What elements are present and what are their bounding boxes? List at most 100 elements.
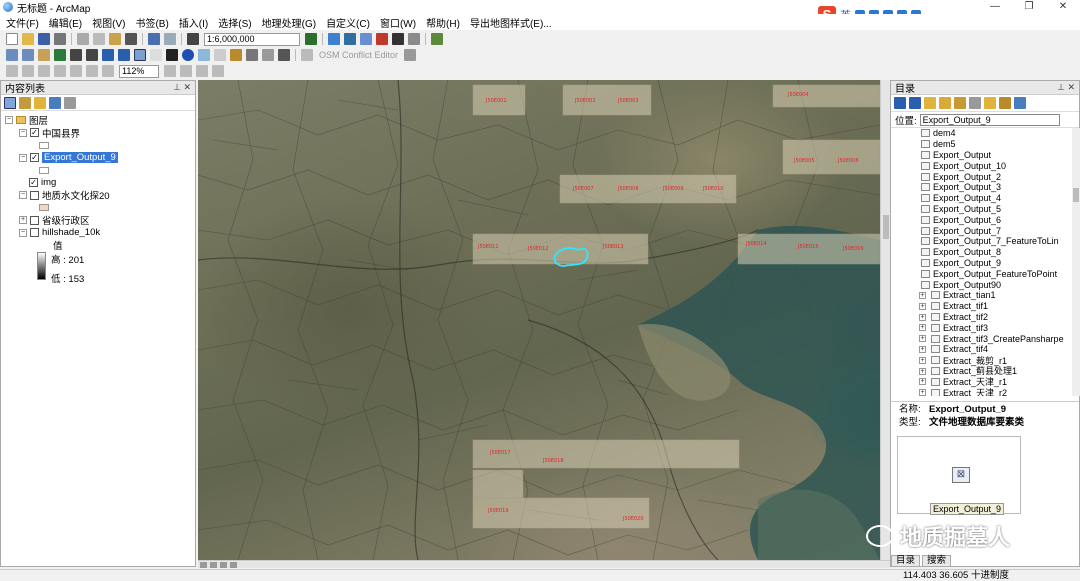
create-viewer-icon[interactable]	[278, 49, 290, 61]
connect-folder-icon[interactable]	[954, 97, 966, 109]
toc-options-icon[interactable]	[64, 96, 76, 109]
arctoolbox-icon[interactable]	[376, 33, 388, 45]
add-data-icon[interactable]	[187, 33, 199, 45]
catalog-item[interactable]: Export_Output_7_FeatureToLin	[891, 236, 1073, 247]
menu-file[interactable]: 文件(F)	[6, 15, 39, 30]
pause-drawing-button[interactable]	[230, 561, 237, 568]
catalog-back-icon[interactable]	[894, 97, 906, 109]
layers-group[interactable]: − 图层	[1, 114, 195, 127]
undo-icon[interactable]	[148, 33, 160, 45]
clear-selection-icon[interactable]	[150, 49, 162, 61]
table-window-icon[interactable]	[328, 33, 340, 45]
up-one-level-icon[interactable]	[924, 97, 936, 109]
collapse-icon[interactable]: −	[19, 153, 27, 162]
catalog-forward-icon[interactable]	[909, 97, 921, 109]
editor-icon[interactable]	[305, 33, 317, 45]
expand-icon[interactable]: +	[919, 324, 926, 332]
layout-pan-icon[interactable]	[38, 65, 50, 77]
catalog-item[interactable]: Export_Output_5	[891, 204, 1073, 215]
python-window-icon[interactable]	[392, 33, 404, 45]
zoom-out-icon[interactable]	[22, 49, 34, 61]
catalog-item[interactable]: Export_Output_7	[891, 225, 1073, 236]
layer-row[interactable]: − ✓ 中国县界	[1, 127, 195, 140]
polygon-symbol[interactable]	[39, 204, 49, 212]
expand-icon[interactable]: +	[919, 302, 926, 310]
paste-icon[interactable]	[109, 33, 121, 45]
catalog-options-icon[interactable]	[999, 97, 1011, 109]
cut-icon[interactable]	[77, 33, 89, 45]
expand-icon[interactable]: +	[19, 216, 27, 225]
expand-icon[interactable]: +	[919, 378, 926, 386]
catalog-item[interactable]: Export_Output_10	[891, 160, 1073, 171]
catalog-item[interactable]: Export_Output_2	[891, 171, 1073, 182]
map-scale-combobox[interactable]: 1:6,000,000	[204, 32, 300, 46]
menu-windows[interactable]: 窗口(W)	[380, 15, 416, 30]
catalog-header-controls[interactable]: ⊥ ✕	[1057, 82, 1075, 93]
layer-visibility-checkbox[interactable]	[30, 215, 39, 225]
map-view[interactable]: J50E001 J50E002 J50E003 J50E004 J50E005 …	[198, 80, 880, 560]
layer-visibility-checkbox[interactable]: ✓	[30, 153, 39, 163]
scrollbar-thumb[interactable]	[1073, 188, 1079, 202]
catalog-item[interactable]: + Extract_天津_r2	[891, 387, 1073, 396]
new-document-icon[interactable]	[6, 33, 18, 45]
expand-icon[interactable]: +	[919, 313, 926, 321]
osm-options-icon[interactable]	[404, 49, 417, 61]
catalog-item[interactable]: + Extract_tif2	[891, 312, 1073, 323]
osm-edit-icon[interactable]	[301, 49, 313, 61]
list-by-visibility-icon[interactable]	[34, 96, 46, 109]
catalog-item[interactable]: + Extract_tif3_CreatePansharpe	[891, 333, 1073, 344]
zoom-in-icon[interactable]	[6, 49, 18, 61]
search-window-icon[interactable]	[360, 33, 372, 45]
home-folder-icon[interactable]	[939, 97, 951, 109]
menu-view[interactable]: 视图(V)	[92, 15, 125, 30]
tab-catalog[interactable]: 目录	[891, 555, 921, 567]
toc-header-controls[interactable]: ⊥ ✕	[173, 82, 191, 93]
pan-icon[interactable]	[38, 49, 50, 61]
full-extent-icon[interactable]	[54, 49, 66, 61]
layer-row[interactable]: − 地质水文化探20	[1, 189, 195, 202]
open-folder-icon[interactable]	[22, 33, 34, 45]
catalog-item[interactable]: dem5	[891, 139, 1073, 150]
catalog-window-icon[interactable]	[344, 33, 356, 45]
menu-selection[interactable]: 选择(S)	[218, 15, 251, 30]
catalog-item[interactable]: + Extract_tian1	[891, 290, 1073, 301]
scrollbar-thumb[interactable]	[883, 215, 889, 239]
layout-zoom-in-icon[interactable]	[6, 65, 18, 77]
list-by-source-icon[interactable]	[19, 96, 31, 109]
change-layout-icon[interactable]	[196, 65, 208, 77]
forward-extent-icon[interactable]	[118, 49, 130, 61]
zoom-whole-page-icon[interactable]	[54, 65, 66, 77]
list-by-drawing-order-icon[interactable]	[4, 96, 16, 109]
toggle-draft-icon[interactable]	[164, 65, 176, 77]
polygon-symbol[interactable]	[39, 166, 49, 174]
layout-zoom-out-icon[interactable]	[22, 65, 34, 77]
redo-icon[interactable]	[164, 33, 176, 45]
measure-icon[interactable]	[214, 49, 226, 61]
expand-icon[interactable]: +	[919, 335, 926, 343]
polygon-symbol[interactable]	[39, 141, 49, 149]
layer-row[interactable]: − ✓ Export_Output_9	[1, 152, 195, 165]
connect-icon[interactable]	[431, 33, 443, 45]
layout-back-icon[interactable]	[86, 65, 98, 77]
catalog-item[interactable]: + Extract_tif3	[891, 322, 1073, 333]
catalog-scrollbar[interactable]	[1072, 128, 1080, 396]
expand-icon[interactable]: +	[919, 356, 926, 364]
menu-edit[interactable]: 编辑(E)	[49, 15, 82, 30]
delete-icon[interactable]	[125, 33, 137, 45]
data-view-button[interactable]	[200, 561, 207, 568]
fixed-zoom-in-icon[interactable]	[70, 49, 82, 61]
refresh-view-button[interactable]	[220, 561, 227, 568]
menu-customize[interactable]: 自定义(C)	[326, 15, 370, 30]
layer-row[interactable]: − hillshade_10k	[1, 227, 195, 240]
layer-visibility-checkbox[interactable]	[30, 190, 39, 200]
find-icon[interactable]	[198, 49, 210, 61]
close-button[interactable]: ✕	[1046, 0, 1080, 14]
layer-row[interactable]: + 省级行政区	[1, 214, 195, 227]
print-icon[interactable]	[54, 33, 66, 45]
back-extent-icon[interactable]	[102, 49, 114, 61]
layer-visibility-checkbox[interactable]: ✓	[29, 178, 38, 188]
catalog-item[interactable]: Export_Output_FeatureToPoint	[891, 268, 1073, 279]
layout-view-button[interactable]	[210, 561, 217, 568]
layout-zoom-combobox[interactable]: 112%	[119, 64, 159, 78]
menu-bookmarks[interactable]: 书签(B)	[135, 15, 168, 30]
